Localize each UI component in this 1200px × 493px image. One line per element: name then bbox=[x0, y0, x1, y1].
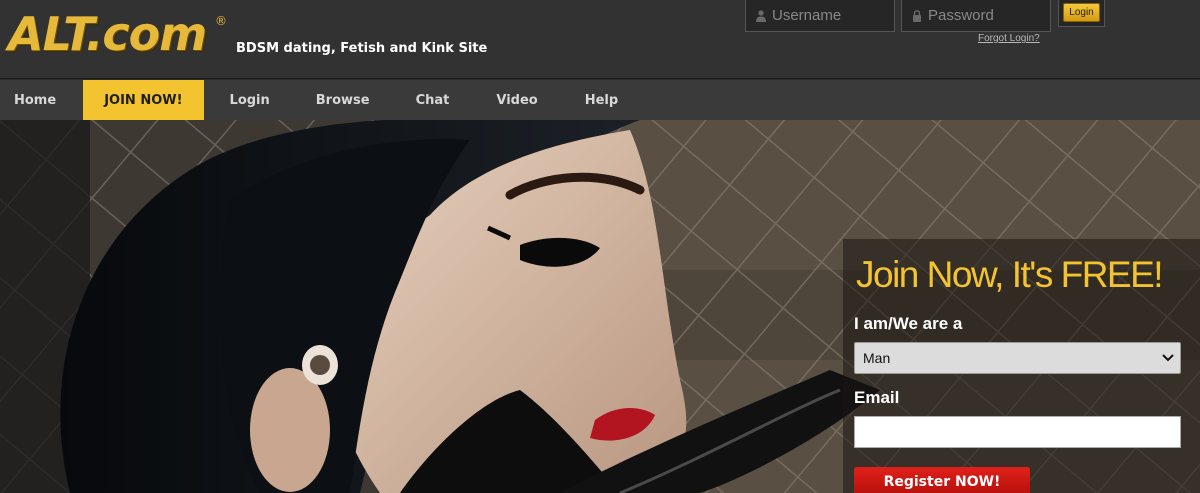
nav-login[interactable]: Login bbox=[204, 80, 293, 120]
register-now-button[interactable]: Register NOW! bbox=[854, 467, 1030, 493]
iam-select[interactable]: Man bbox=[854, 342, 1181, 374]
login-button-frame: Login bbox=[1058, 0, 1105, 27]
join-heading: Join Now, It's FREE! bbox=[856, 254, 1164, 295]
nav-home[interactable]: Home bbox=[0, 80, 83, 120]
iam-label: I am/We are a bbox=[854, 314, 963, 333]
nav-chat[interactable]: Chat bbox=[393, 80, 473, 120]
email-field[interactable] bbox=[854, 416, 1181, 448]
username-field[interactable] bbox=[745, 0, 895, 32]
registered-mark: ® bbox=[215, 14, 227, 28]
iam-selected-value: Man bbox=[863, 350, 891, 366]
password-field[interactable] bbox=[901, 0, 1051, 32]
main-nav: Home JOIN NOW! Login Browse Chat Video H… bbox=[0, 80, 1200, 120]
lock-icon bbox=[913, 9, 921, 22]
hero-banner: Join Now, It's FREE! I am/We are a Man E… bbox=[0, 120, 1200, 493]
header-login-button[interactable]: Login bbox=[1063, 3, 1100, 22]
site-tagline: BDSM dating, Fetish and Kink Site bbox=[236, 41, 488, 56]
username-input[interactable] bbox=[772, 7, 887, 24]
forgot-login-link[interactable]: Forgot Login? bbox=[978, 33, 1040, 44]
nav-help[interactable]: Help bbox=[561, 80, 641, 120]
chevron-down-icon bbox=[1162, 354, 1174, 362]
site-header: ALT.com ® BDSM dating, Fetish and Kink S… bbox=[0, 0, 1200, 79]
site-logo[interactable]: ALT.com bbox=[8, 5, 207, 63]
nav-join-now[interactable]: JOIN NOW! bbox=[83, 80, 204, 120]
password-input[interactable] bbox=[928, 7, 1043, 24]
nav-browse[interactable]: Browse bbox=[293, 80, 393, 120]
email-label: Email bbox=[854, 388, 900, 407]
person-icon bbox=[756, 9, 766, 22]
nav-video[interactable]: Video bbox=[472, 80, 560, 120]
